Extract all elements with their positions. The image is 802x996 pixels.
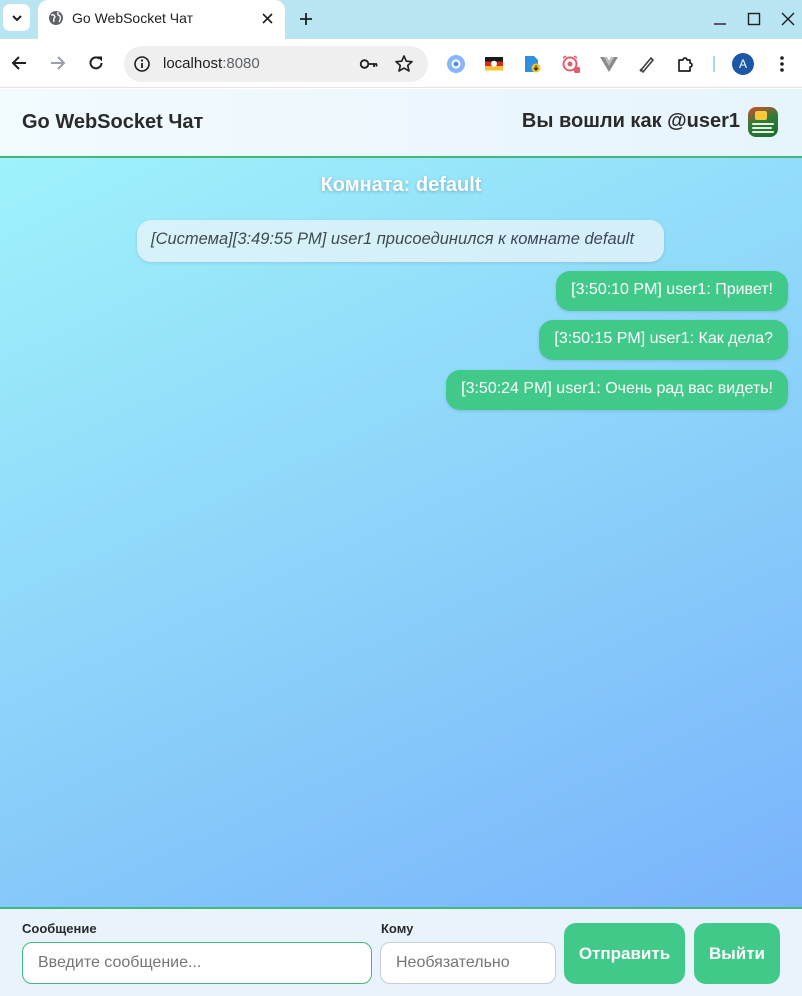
paint-extension-icon[interactable] bbox=[522, 54, 542, 74]
flag-extension-icon[interactable] bbox=[484, 54, 504, 74]
message-input[interactable] bbox=[22, 942, 372, 984]
reload-button[interactable] bbox=[85, 52, 107, 74]
reload-icon bbox=[89, 56, 103, 70]
browser-tab-active[interactable]: Go WebSocket Чат bbox=[38, 0, 285, 39]
logged-in-user-label: Вы вошли как @user1 bbox=[521, 110, 740, 132]
pen-extension-icon[interactable] bbox=[637, 54, 657, 74]
chevron-down-icon bbox=[11, 14, 22, 21]
chat-page: Go WebSocket Чат Вы вошли как @user1 Ком… bbox=[0, 89, 802, 996]
system-message: [Система][3:49:55 PM] user1 присоединилс… bbox=[137, 220, 664, 262]
close-icon bbox=[261, 12, 273, 24]
browser-tab-strip: Go WebSocket Чат bbox=[0, 0, 802, 39]
maximize-button[interactable] bbox=[744, 9, 764, 29]
user-avatar bbox=[748, 107, 778, 137]
key-icon[interactable] bbox=[359, 55, 379, 73]
globe-icon bbox=[49, 11, 63, 25]
toolbar-divider bbox=[713, 56, 715, 72]
extensions-icon[interactable] bbox=[676, 54, 696, 74]
lens-extension-icon[interactable] bbox=[446, 54, 466, 74]
maximize-icon bbox=[747, 12, 761, 26]
message-compose-bar: Сообщение Кому Отправить Выйти bbox=[0, 907, 802, 996]
minimize-button[interactable] bbox=[710, 9, 730, 29]
back-button[interactable] bbox=[8, 52, 30, 74]
forward-button[interactable] bbox=[47, 52, 69, 74]
new-tab-button[interactable] bbox=[296, 9, 316, 29]
window-close-button[interactable] bbox=[778, 9, 798, 29]
profile-avatar[interactable]: A bbox=[732, 53, 754, 75]
app-title: Go WebSocket Чат bbox=[22, 111, 204, 133]
message-field-label: Сообщение bbox=[22, 921, 97, 936]
forward-arrow-icon bbox=[51, 56, 66, 70]
app-header: Go WebSocket Чат Вы вошли как @user1 bbox=[0, 89, 802, 158]
send-button[interactable]: Отправить bbox=[564, 923, 685, 984]
browser-toolbar: localhost:8080 A bbox=[0, 39, 802, 88]
close-icon bbox=[781, 12, 795, 26]
vue-extension-icon[interactable] bbox=[599, 54, 619, 74]
back-arrow-icon bbox=[11, 56, 26, 70]
chat-message-own: [3:50:24 PM] user1: Очень рад вас видеть… bbox=[446, 370, 788, 410]
address-bar[interactable]: localhost:8080 bbox=[124, 46, 428, 82]
chat-message-own: [3:50:15 PM] user1: Как дела? bbox=[539, 320, 788, 360]
tab-list-button[interactable] bbox=[3, 4, 30, 31]
more-menu-icon bbox=[780, 56, 784, 72]
plus-icon bbox=[300, 13, 312, 25]
url-text: localhost:8080 bbox=[163, 55, 260, 72]
record-extension-icon[interactable] bbox=[561, 54, 581, 74]
browser-menu-button[interactable] bbox=[772, 53, 792, 75]
chat-message-own: [3:50:10 PM] user1: Привет! bbox=[556, 271, 788, 311]
chat-messages-area: Комната: default [Система][3:49:55 PM] u… bbox=[0, 158, 802, 907]
star-icon[interactable] bbox=[394, 54, 414, 74]
site-info-icon[interactable] bbox=[133, 55, 151, 73]
room-title: Комната: default bbox=[320, 174, 482, 196]
url-host: localhost bbox=[163, 55, 223, 72]
logout-button[interactable]: Выйти bbox=[694, 923, 780, 984]
url-port: :8080 bbox=[222, 55, 260, 72]
tab-close-button[interactable] bbox=[259, 10, 275, 26]
recipient-input[interactable] bbox=[380, 942, 556, 984]
tab-title: Go WebSocket Чат bbox=[72, 10, 194, 26]
minimize-icon bbox=[714, 23, 726, 25]
recipient-field-label: Кому bbox=[381, 921, 414, 936]
